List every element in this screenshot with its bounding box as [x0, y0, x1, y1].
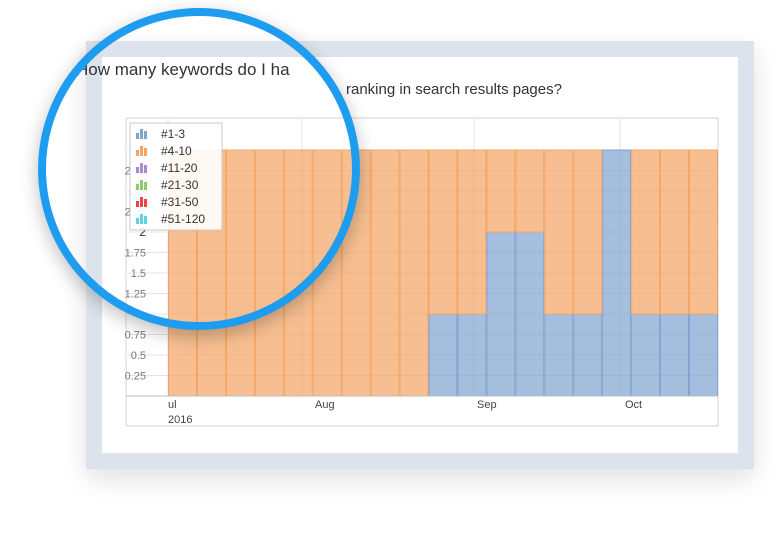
legend-icon: [140, 129, 143, 139]
legend-icon: [144, 131, 147, 139]
bar-rank-4-10: [428, 149, 458, 315]
legend-label: #4-10: [161, 144, 192, 158]
bar-rank-4-10: [486, 149, 516, 233]
x-tick-label: Oct: [625, 399, 642, 411]
legend-label: #11-20: [161, 161, 198, 175]
legend-icon: [144, 165, 147, 173]
bar-rank-4-10: [370, 149, 400, 397]
bar-rank-1-3: [457, 313, 487, 397]
legend-icon: [140, 163, 143, 173]
y-tick-label: 0.5: [131, 350, 146, 362]
legend-icon: [136, 201, 139, 207]
legend-icon: [140, 197, 143, 207]
legend-icon: [144, 182, 147, 190]
y-tick-label: 1.75: [125, 248, 146, 260]
bar-rank-4-10: [544, 149, 574, 315]
x-tick-sublabel: 2016: [168, 414, 192, 426]
legend-icon: [140, 214, 143, 224]
bar-rank-1-3: [515, 231, 545, 397]
bar-rank-4-10: [399, 149, 429, 397]
bar-rank-4-10: [457, 149, 487, 315]
y-tick-label: 0.25: [125, 371, 146, 383]
bar-rank-1-3: [660, 313, 690, 397]
y-tick-label: 0.75: [125, 330, 146, 342]
bar-rank-1-3: [689, 313, 718, 397]
legend-icon: [136, 218, 139, 224]
bar-rank-4-10: [631, 149, 661, 315]
bar-rank-4-10: [573, 149, 603, 315]
bar-rank-1-3: [602, 149, 632, 397]
legend-label: #1-3: [161, 127, 185, 141]
bar-rank-1-3: [428, 313, 458, 397]
x-tick-label: Sep: [477, 399, 497, 411]
legend-label: #51-120: [161, 212, 205, 226]
legend-icon: [144, 199, 147, 207]
x-tick-label: Aug: [315, 399, 335, 411]
bar-rank-1-3: [544, 313, 574, 397]
y-tick-label: 1.25: [125, 289, 146, 301]
y-tick-label: 1.5: [131, 268, 146, 280]
bar-rank-4-10: [341, 149, 371, 397]
bar-rank-1-3: [631, 313, 661, 397]
bar-rank-4-10: [660, 149, 690, 315]
legend-icon: [140, 180, 143, 190]
legend-icon: [136, 184, 139, 190]
bar-rank-4-10: [254, 149, 284, 397]
legend-icon: [136, 150, 139, 156]
bar-rank-4-10: [689, 149, 718, 315]
legend-icon: [136, 167, 139, 173]
keyword-ranking-chart: 32.752.52.2521.751.51.250.750.50.25 ul20…: [125, 117, 719, 427]
chart-legend: #1-3 #4-10 #11-20 #21-30 #31-50 #51-120: [129, 122, 223, 231]
legend-icon: [144, 216, 147, 224]
legend-icon: [136, 133, 139, 139]
bar-rank-1-3: [486, 231, 516, 397]
legend-label: #21-30: [161, 178, 199, 192]
legend-icon: [140, 146, 143, 156]
bar-rank-1-3: [573, 313, 603, 397]
bar-rank-4-10: [515, 149, 545, 233]
bar-rank-4-10: [283, 149, 313, 397]
bar-rank-4-10: [225, 149, 255, 397]
legend-label: #31-50: [161, 195, 199, 209]
legend-icon: [144, 148, 147, 156]
x-tick-label: ul: [168, 399, 177, 411]
bar-rank-4-10: [312, 149, 342, 397]
